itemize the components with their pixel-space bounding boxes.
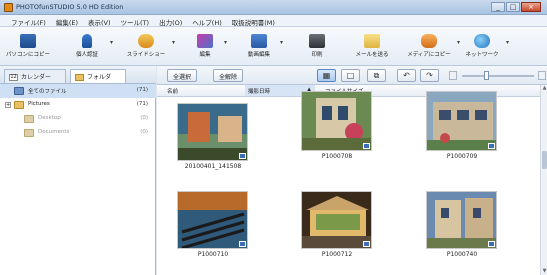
print-button[interactable]: 印刷 xyxy=(304,30,330,64)
zoom-slider[interactable] xyxy=(449,71,546,80)
thumbnail-grid: 20100401_141508 P1000708 P1000709 P10007… xyxy=(157,91,540,275)
menu-view[interactable]: 表示(V) xyxy=(83,15,116,27)
compare-view-button[interactable]: ⧉ xyxy=(367,69,386,82)
network-icon xyxy=(474,34,490,48)
copy-to-pc-button[interactable]: パソコンにコピー xyxy=(6,30,50,64)
maximize-button[interactable]: □ xyxy=(506,2,520,12)
video-edit-icon xyxy=(251,34,267,48)
thumbnail-caption: 20100401_141508 xyxy=(184,163,242,170)
dropdown-arrow-icon[interactable]: ▾ xyxy=(224,39,227,46)
slideshow-button[interactable]: スライドショー ▾ xyxy=(124,30,175,64)
network-button[interactable]: ネットワーク ▾ xyxy=(462,30,509,64)
mail-icon xyxy=(364,34,380,48)
all-files-icon xyxy=(14,87,24,95)
menu-file[interactable]: ファイル(F) xyxy=(6,15,51,27)
video-edit-button[interactable]: 動画編集 ▾ xyxy=(242,30,283,64)
file-type-icon xyxy=(239,241,246,247)
folder-icon xyxy=(24,129,34,137)
single-view-button[interactable]: □ xyxy=(341,69,360,82)
dropdown-arrow-icon[interactable]: ▾ xyxy=(110,39,113,46)
photo-thumbnail[interactable] xyxy=(301,91,372,151)
tab-calendar[interactable]: 12 カレンダー xyxy=(4,69,66,83)
content-toolbar: 全選択 全解除 ▦ □ ⧉ ↶ ↷ xyxy=(157,66,547,85)
folder-icon xyxy=(75,74,84,81)
compare-view-icon: ⧉ xyxy=(373,71,380,80)
copy-to-media-button[interactable]: メディアにコピー ▾ xyxy=(405,30,460,64)
rotate-right-icon: ↷ xyxy=(426,71,433,80)
send-mail-button[interactable]: メールを送る xyxy=(350,30,394,64)
minimize-button[interactable]: _ xyxy=(491,2,505,12)
tree-item-documents[interactable]: Documents (0) xyxy=(0,126,156,140)
tab-folder[interactable]: フォルダ xyxy=(70,69,126,83)
thumbnail-view-button[interactable]: ▦ xyxy=(317,69,336,82)
left-panel: 12 カレンダー フォルダ 全てのファイル (71) + Pictures (71… xyxy=(0,66,156,275)
calendar-icon: 12 xyxy=(9,74,18,81)
close-button[interactable]: × xyxy=(521,2,541,12)
print-icon xyxy=(309,34,325,48)
person-icon xyxy=(82,34,92,48)
scrollbar-thumb[interactable] xyxy=(542,151,547,169)
single-view-icon: □ xyxy=(346,71,355,80)
dropdown-arrow-icon[interactable]: ▾ xyxy=(280,39,283,46)
photo-thumbnail[interactable] xyxy=(426,91,497,151)
file-type-icon xyxy=(363,241,370,247)
content-area: 全選択 全解除 ▦ □ ⧉ ↶ ↷ 名前 撮影日時 ▲ ファイルサイズ 2010… xyxy=(157,66,547,275)
large-thumbnail-icon xyxy=(538,71,546,80)
menu-tools[interactable]: ツール(T) xyxy=(116,15,155,27)
window-title: PHOTOfunSTUDIO 5.0 HD Edition xyxy=(16,3,124,11)
tree-item-all-files[interactable]: 全てのファイル (71) xyxy=(0,84,156,98)
folder-tree: 全てのファイル (71) + Pictures (71) Desktop (0)… xyxy=(0,84,156,140)
folder-icon xyxy=(14,101,24,109)
dropdown-arrow-icon[interactable]: ▾ xyxy=(506,39,509,46)
expand-icon[interactable]: + xyxy=(5,102,11,108)
thumbnail-caption: P1000712 xyxy=(321,251,353,258)
main-toolbar: パソコンにコピー 個人認証 ▾ スライドショー ▾ 編集 ▾ 動画編集 ▾ 印刷… xyxy=(0,27,547,66)
scroll-up-icon[interactable]: ▲ xyxy=(541,85,547,92)
window-controls: _ □ × xyxy=(491,2,541,12)
small-thumbnail-icon xyxy=(449,71,457,80)
left-tabs: 12 カレンダー フォルダ xyxy=(0,66,156,84)
title-bar: PHOTOfunSTUDIO 5.0 HD Edition _ □ × xyxy=(0,0,547,15)
vertical-scrollbar[interactable]: ▲ ▼ xyxy=(540,85,547,275)
rotate-right-button[interactable]: ↷ xyxy=(420,69,439,82)
app-icon xyxy=(4,3,13,12)
menu-output[interactable]: 出力(O) xyxy=(154,15,187,27)
dropdown-arrow-icon[interactable]: ▾ xyxy=(172,39,175,46)
tree-item-desktop[interactable]: Desktop (0) xyxy=(0,112,156,126)
thumbnail-caption: P1000740 xyxy=(446,251,478,258)
photo-thumbnail[interactable] xyxy=(177,191,248,249)
thumbnail-caption: P1000708 xyxy=(321,153,353,160)
thumbnail-caption: P1000710 xyxy=(197,251,229,258)
file-type-icon xyxy=(239,153,246,159)
photo-thumbnail[interactable] xyxy=(301,191,372,249)
thumbnail-view-icon: ▦ xyxy=(322,71,331,80)
menu-edit[interactable]: 編集(E) xyxy=(51,15,83,27)
edit-button[interactable]: 編集 ▾ xyxy=(190,30,227,64)
deselect-all-button[interactable]: 全解除 xyxy=(213,69,244,82)
file-type-icon xyxy=(363,143,370,149)
dropdown-arrow-icon[interactable]: ▾ xyxy=(457,39,460,46)
menu-bar: ファイル(F) 編集(E) 表示(V) ツール(T) 出力(O) ヘルプ(H) … xyxy=(0,15,547,27)
face-recognition-button[interactable]: 個人認証 ▾ xyxy=(68,30,113,64)
menu-help[interactable]: ヘルプ(H) xyxy=(187,15,226,27)
photo-thumbnail[interactable] xyxy=(426,191,497,249)
column-name[interactable]: 名前 xyxy=(167,87,178,95)
edit-icon xyxy=(197,34,213,48)
tree-item-pictures[interactable]: + Pictures (71) xyxy=(0,98,156,112)
file-type-icon xyxy=(488,143,495,149)
select-all-button[interactable]: 全選択 xyxy=(167,69,198,82)
thumbnail-caption: P1000709 xyxy=(446,153,478,160)
file-type-icon xyxy=(488,241,495,247)
rotate-left-icon: ↶ xyxy=(403,71,410,80)
folder-icon xyxy=(24,115,34,123)
copy-to-pc-icon xyxy=(20,34,36,48)
media-copy-icon xyxy=(421,34,437,48)
slideshow-icon xyxy=(138,34,154,48)
rotate-left-button[interactable]: ↶ xyxy=(397,69,416,82)
scroll-down-icon[interactable]: ▼ xyxy=(541,268,547,275)
zoom-slider-knob[interactable] xyxy=(484,71,489,80)
menu-manual[interactable]: 取扱説明書(M) xyxy=(227,15,280,27)
photo-thumbnail[interactable] xyxy=(177,103,248,161)
